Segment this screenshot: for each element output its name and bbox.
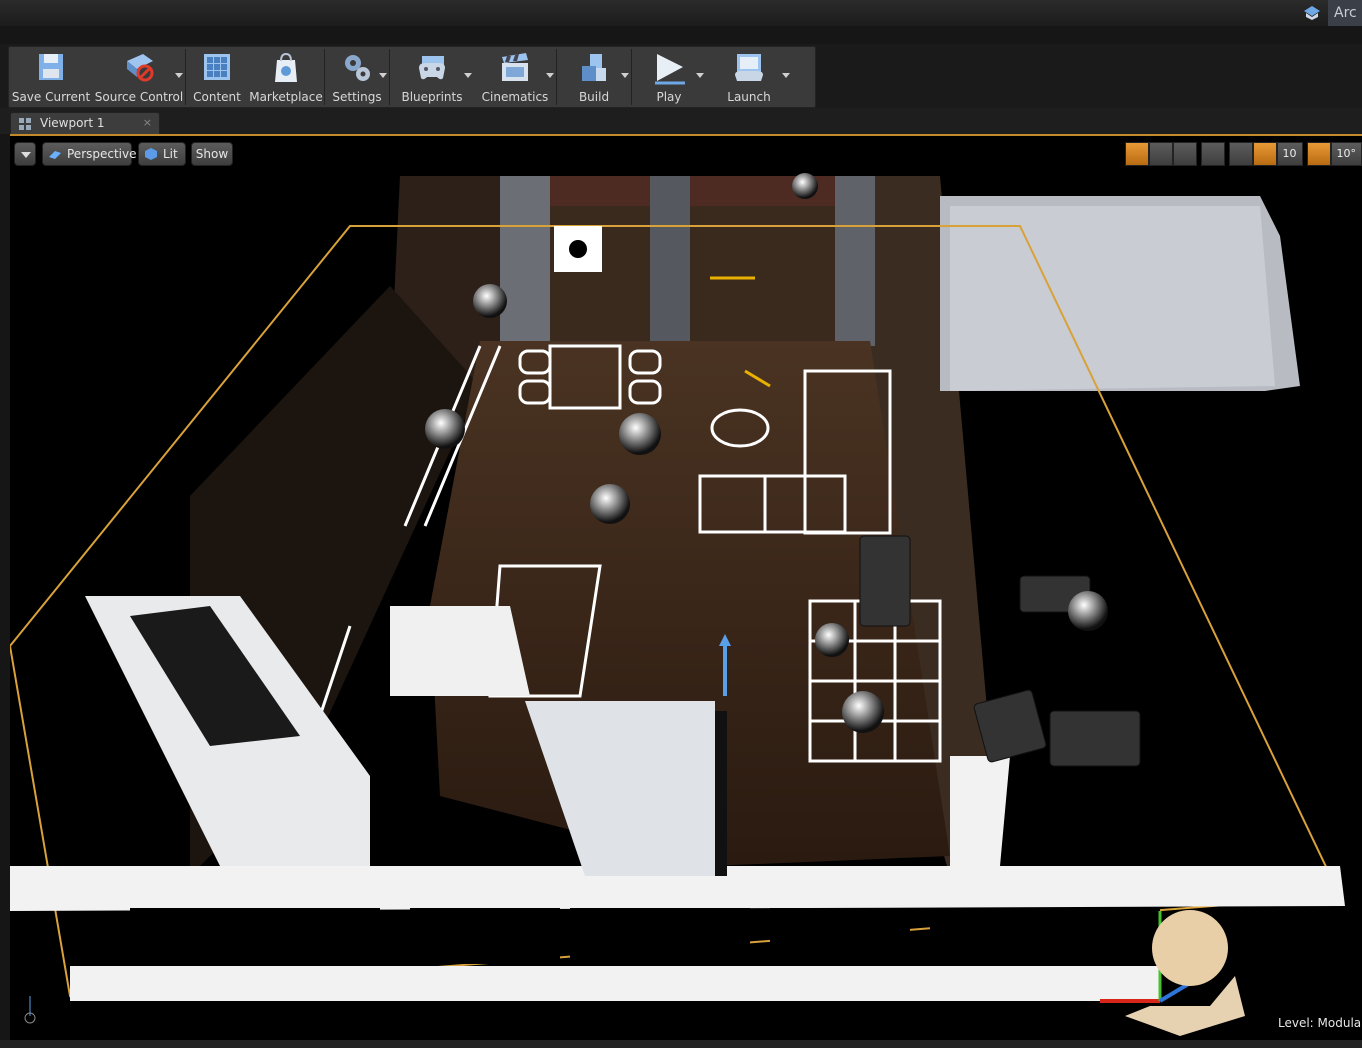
build-label: Build (578, 90, 610, 104)
launch-button[interactable]: Launch (706, 47, 792, 107)
cinematics-label: Cinematics (481, 90, 549, 104)
chevron-down-icon[interactable] (464, 73, 472, 78)
perspective-label: Perspective (67, 147, 137, 161)
marketplace-bag-icon (268, 51, 304, 85)
play-label: Play (656, 90, 682, 104)
viewport-options-button[interactable] (14, 142, 36, 166)
save-current-label: Save Current (11, 90, 91, 104)
tab-bar: Viewport 1 × (0, 108, 1362, 134)
content-button[interactable]: Content (186, 47, 248, 107)
content-browser-icon (199, 51, 235, 85)
rotation-snap-icon[interactable] (1306, 142, 1331, 166)
chevron-down-icon[interactable] (379, 73, 387, 78)
build-button[interactable]: Build (557, 47, 631, 107)
marketplace-label: Marketplace (249, 90, 323, 104)
perspective-button[interactable]: Perspective (42, 142, 137, 166)
main-toolbar: Save Current Source Control Content Marketp… (8, 46, 816, 108)
left-panel-edge (0, 134, 10, 1040)
rotation-snap-value[interactable]: 10° (1330, 142, 1362, 166)
grid-snap-icon[interactable] (1252, 142, 1277, 166)
play-icon (651, 51, 687, 85)
save-current-button[interactable]: Save Current (9, 47, 93, 107)
menu-band (0, 26, 1362, 44)
settings-label: Settings (332, 90, 382, 104)
lit-label: Lit (163, 147, 178, 161)
source-control-button[interactable]: Source Control (93, 47, 185, 107)
scale-tool-icon[interactable] (1172, 142, 1197, 166)
chevron-down-icon[interactable] (546, 73, 554, 78)
level-name: Modula (1317, 1016, 1362, 1030)
current-level-label: Level: Modula (1278, 1016, 1361, 1030)
rotate-tool-icon[interactable] (1148, 142, 1173, 166)
floppy-disk-icon (33, 51, 69, 85)
settings-button[interactable]: Settings (325, 47, 389, 107)
show-button[interactable]: Show (191, 142, 233, 166)
project-icon (1304, 6, 1320, 20)
chevron-down-icon[interactable] (621, 73, 629, 78)
world-space-icon[interactable] (1200, 142, 1225, 166)
content-label: Content (193, 90, 241, 104)
blueprints-button[interactable]: Blueprints (390, 47, 474, 107)
transform-tools: 10 10° (1124, 142, 1362, 166)
viewport-icon (19, 118, 31, 130)
gears-icon (339, 51, 375, 85)
cinematics-button[interactable]: Cinematics (474, 47, 556, 107)
title-bar: Arc (0, 0, 1362, 27)
close-icon[interactable]: × (143, 116, 152, 129)
translate-tool-icon[interactable] (1124, 142, 1149, 166)
grid-snap-value[interactable]: 10 (1276, 142, 1303, 166)
gamepad-icon (414, 51, 450, 85)
lit-view-mode-button[interactable]: Lit (138, 142, 186, 166)
chevron-down-icon[interactable] (782, 73, 790, 78)
chevron-down-icon[interactable] (175, 73, 183, 78)
level-viewport[interactable]: Perspective Lit Show 10 10° Level: Modul… (10, 134, 1362, 1042)
lit-cube-icon (145, 148, 157, 160)
blueprints-label: Blueprints (401, 90, 463, 104)
tab-viewport-1[interactable]: Viewport 1 × (10, 112, 160, 134)
status-bar (0, 1040, 1362, 1048)
source-control-label: Source Control (94, 90, 184, 104)
source-control-icon (121, 51, 157, 85)
perspective-icon (49, 151, 61, 159)
marketplace-button[interactable]: Marketplace (248, 47, 324, 107)
play-button[interactable]: Play (632, 47, 706, 107)
clapperboard-icon (497, 51, 533, 85)
tab-label: Viewport 1 (40, 116, 105, 130)
chevron-down-icon[interactable] (696, 73, 704, 78)
launch-monitor-icon (731, 51, 767, 85)
level-caption: Level: (1278, 1016, 1314, 1030)
window-title: Arc (1328, 0, 1362, 26)
scene-render[interactable] (10, 136, 1362, 1042)
build-blocks-icon (576, 51, 612, 85)
launch-label: Launch (727, 90, 771, 104)
surface-snap-icon[interactable] (1228, 142, 1253, 166)
